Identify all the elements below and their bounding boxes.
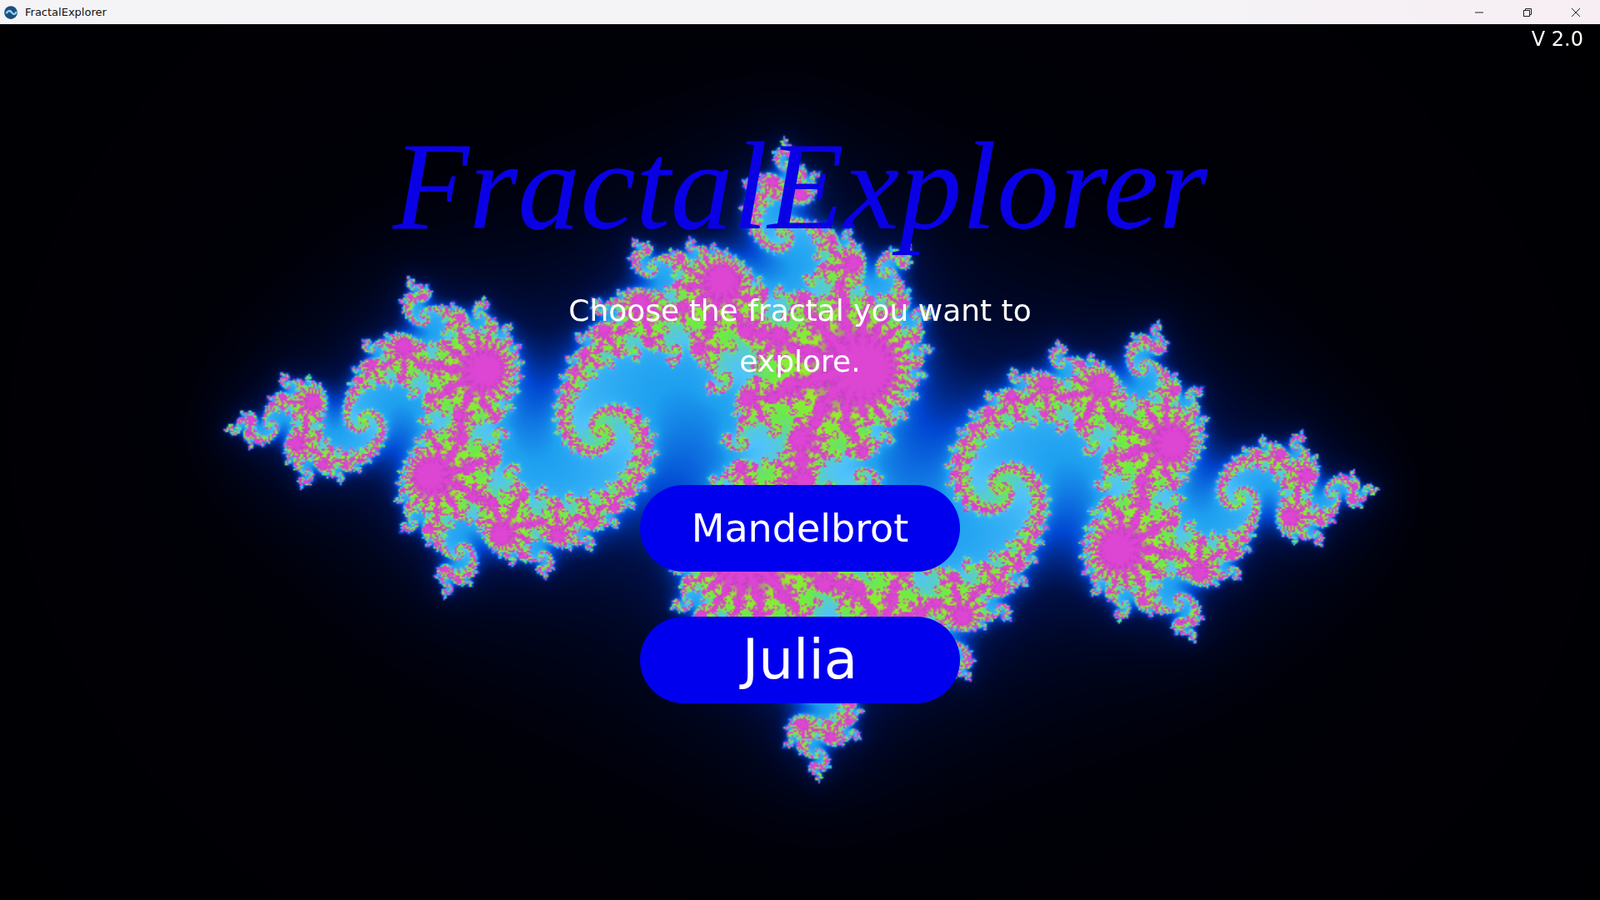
title-bar: FractalExplorer: [0, 0, 1600, 25]
app-heading: FractalExplorer: [392, 117, 1208, 255]
fractal-button[interactable]: Julia: [640, 616, 960, 704]
minimize-button[interactable]: [1455, 0, 1504, 25]
restore-icon: [1522, 7, 1533, 18]
prompt-text: Choose the fractal you want to explore.: [516, 285, 1084, 387]
main-screen: V 2.0 FractalExplorer Choose the fractal y…: [0, 24, 1600, 900]
window-title: FractalExplorer: [25, 5, 107, 19]
app-window: FractalExplorer V 2.0 FractalExplorer Choos…: [0, 0, 1600, 900]
close-button[interactable]: [1551, 0, 1600, 25]
version-label: V 2.0: [1531, 27, 1584, 51]
close-icon: [1570, 7, 1581, 18]
minimize-icon: [1474, 7, 1485, 18]
app-logo-icon: [3, 5, 19, 20]
fractal-button[interactable]: Mandelbrot: [640, 485, 960, 572]
restore-button[interactable]: [1503, 0, 1552, 25]
